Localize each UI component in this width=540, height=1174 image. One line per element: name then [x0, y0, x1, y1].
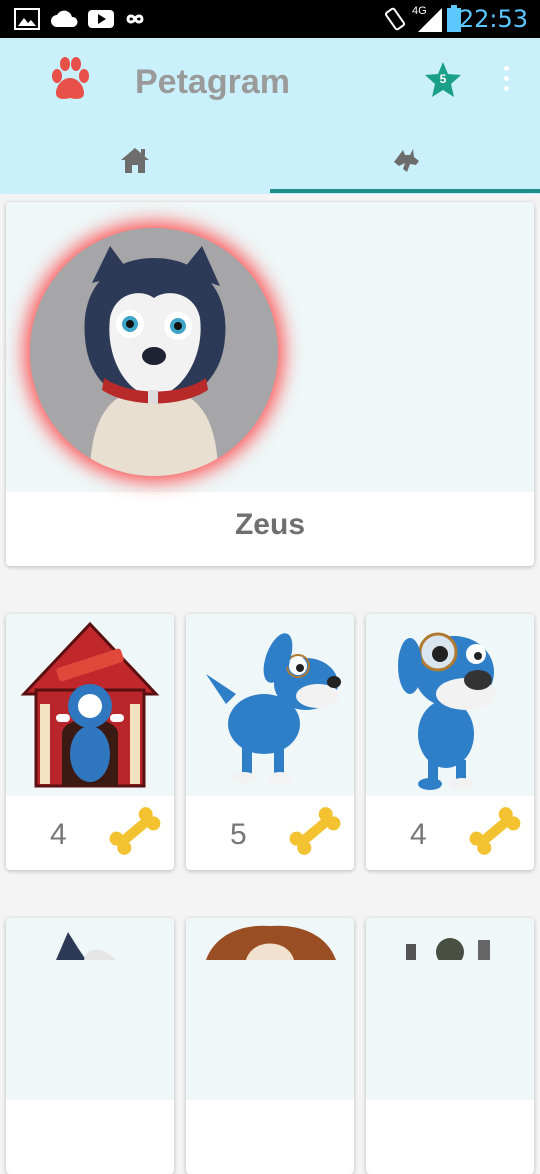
dot-icon	[504, 66, 509, 71]
profile-card[interactable]: Zeus	[6, 202, 534, 566]
cloud-icon	[51, 10, 78, 27]
pet-card[interactable]: 4	[366, 614, 534, 870]
pet-card[interactable]: 5	[186, 614, 354, 870]
infinity-icon	[126, 14, 144, 24]
robot-dog-partial-illustration	[406, 938, 490, 966]
vibrate-icon	[384, 7, 406, 31]
home-icon	[121, 148, 149, 173]
profile-avatar[interactable]	[30, 228, 278, 476]
pet-rating: 4	[50, 818, 67, 851]
blue-dog-side-illustration	[206, 633, 341, 784]
pet-image[interactable]	[186, 614, 354, 796]
dot-icon	[504, 86, 509, 91]
pet-image[interactable]	[366, 918, 534, 1100]
husky-illustration	[30, 228, 278, 476]
beagle-partial-illustration	[206, 925, 336, 960]
overflow-menu-button[interactable]	[496, 66, 516, 96]
image-icon	[14, 8, 40, 30]
tab-dog[interactable]	[270, 134, 540, 194]
bone-icon[interactable]	[464, 802, 526, 860]
clock: 22:53	[458, 5, 528, 33]
app-title: Petagram	[135, 63, 290, 101]
pet-card[interactable]: 4	[6, 614, 174, 870]
blue-dog-front-illustration	[398, 632, 496, 790]
dot-icon	[504, 76, 509, 81]
bone-icon[interactable]	[104, 802, 166, 860]
favorites-count: 5	[439, 72, 447, 86]
paw-icon	[52, 57, 89, 99]
pet-card[interactable]	[186, 918, 354, 1174]
signal-icon	[418, 8, 442, 32]
profile-photo-area	[6, 202, 534, 492]
doghouse-dog-illustration	[20, 621, 160, 788]
pet-card[interactable]	[6, 918, 174, 1174]
profile-name: Zeus	[234, 508, 306, 541]
bone-icon[interactable]	[284, 802, 346, 860]
youtube-icon	[88, 10, 114, 28]
app-bar: Petagram 5	[0, 38, 540, 194]
tab-indicator	[270, 189, 540, 193]
pet-image[interactable]	[6, 918, 174, 1100]
status-bar: 4G 22:53	[0, 0, 540, 38]
pet-image[interactable]	[366, 614, 534, 796]
favorites-button[interactable]: 5	[423, 60, 463, 100]
pet-rating: 5	[230, 818, 247, 851]
tab-home[interactable]	[0, 134, 270, 194]
husky-partial-illustration	[56, 932, 116, 960]
dog-icon	[394, 149, 419, 172]
pet-rating: 4	[410, 818, 427, 851]
pet-image[interactable]	[6, 614, 174, 796]
pet-image[interactable]	[186, 918, 354, 1100]
pet-card[interactable]	[366, 918, 534, 1174]
